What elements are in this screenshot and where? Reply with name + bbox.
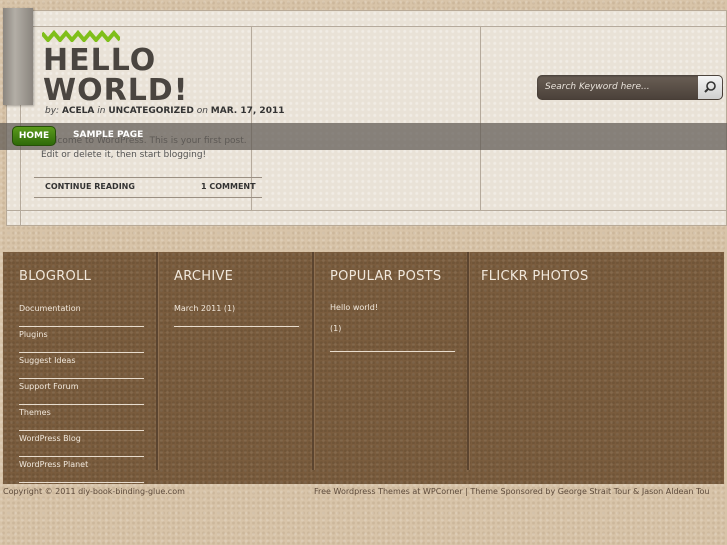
meta-by: by: [45, 106, 60, 116]
blogroll-list: Documentation Plugins Suggest Ideas Supp… [19, 302, 144, 484]
flickr-photos-title: FLICKR PHOTOS [481, 269, 589, 284]
blogroll-item[interactable]: Themes [19, 406, 144, 431]
post-date: MAR. 17, 2011 [210, 106, 285, 116]
post-title-line2: WORLD! [43, 73, 189, 108]
popular-post-count: (1) [330, 324, 342, 333]
blogroll-title: BLOGROLL [19, 269, 92, 284]
post-title[interactable]: HELLO WORLD! [43, 46, 188, 106]
footer-credits[interactable]: Free Wordpress Themes at WPCorner | Them… [314, 487, 709, 496]
blogroll-item[interactable]: WordPress Planet [19, 458, 144, 483]
blogroll-item[interactable]: Suggest Ideas [19, 354, 144, 379]
blogroll-item[interactable]: Documentation [19, 302, 144, 327]
blogroll-item[interactable]: WordPress Blog [19, 432, 144, 457]
meta-on: on [196, 106, 208, 116]
archive-title: ARCHIVE [174, 269, 234, 284]
search-button[interactable] [698, 76, 722, 99]
archive-list: March 2011 (1) [174, 302, 299, 328]
grid-line [6, 26, 727, 27]
meta-in: in [97, 106, 106, 116]
blogroll-item[interactable]: Plugins [19, 328, 144, 353]
zigzag-ornament-icon [42, 30, 120, 42]
grid-line [480, 26, 481, 210]
archive-item[interactable]: March 2011 (1) [174, 302, 299, 327]
grid-line [6, 210, 727, 211]
column-divider [156, 252, 159, 470]
nav-item-sample-page[interactable]: SAMPLE PAGE [73, 130, 143, 140]
comments-link[interactable]: 1 COMMENT [201, 182, 256, 191]
column-divider [312, 252, 315, 470]
copyright-text: Copyright © 2011 diy-book-binding-glue.c… [3, 487, 185, 496]
continue-reading-link[interactable]: CONTINUE READING [45, 182, 135, 191]
nav-item-home[interactable]: HOME [12, 126, 56, 146]
search-input[interactable] [545, 82, 693, 92]
popular-divider [330, 351, 455, 352]
popular-post-link[interactable]: Hello world! [330, 303, 378, 312]
search-icon [704, 81, 716, 93]
column-divider [467, 252, 470, 470]
bookmark-ribbon [3, 8, 33, 105]
post-meta: by: ACELA in UNCATEGORIZED on MAR. 17, 2… [45, 106, 284, 116]
post-category-link[interactable]: UNCATEGORIZED [108, 106, 193, 116]
post-divider [34, 177, 262, 178]
post-divider [34, 197, 262, 198]
blogroll-item[interactable]: Support Forum [19, 380, 144, 405]
popular-posts-title: POPULAR POSTS [330, 269, 442, 284]
post-author-link[interactable]: ACELA [62, 106, 94, 116]
